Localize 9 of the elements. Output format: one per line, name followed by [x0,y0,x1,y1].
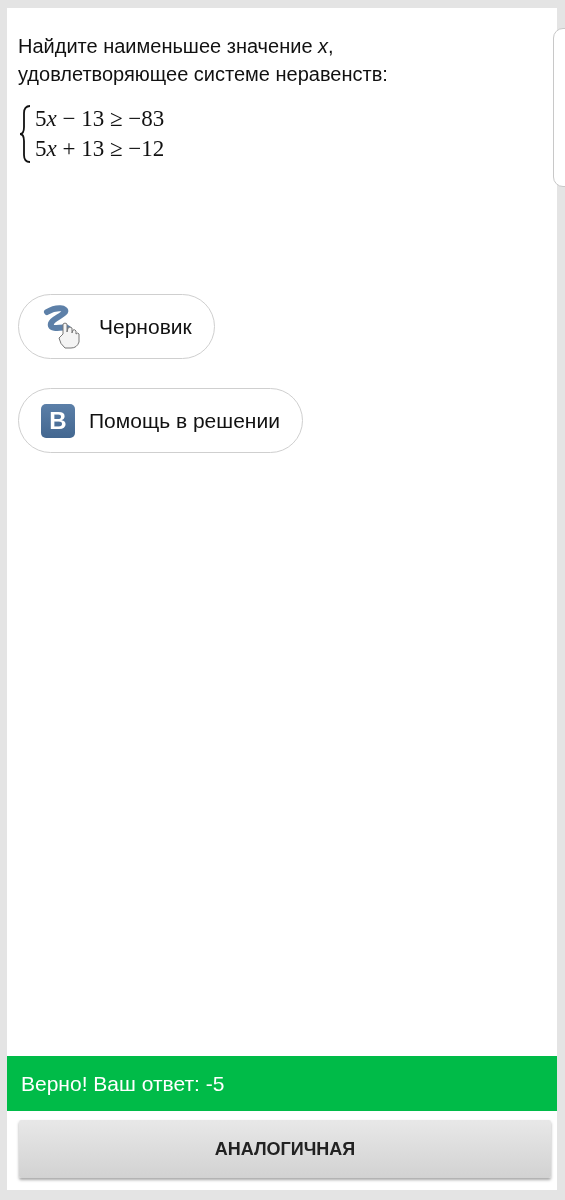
draft-button[interactable]: Черновик [18,294,215,359]
inequality: 5x − 13 ≥ −83 [35,105,165,133]
inequality: 5x + 13 ≥ −12 [35,135,165,163]
letter-tile-icon: В [41,403,75,438]
result-banner: Верно! Ваш ответ: -5 [7,1056,557,1111]
help-button[interactable]: В Помощь в решении [18,388,303,453]
question-text: Найдите наименьшее значение x, удовлетворяющее системе неравенств: [17,34,389,87]
similar-task-button[interactable]: АНАЛОГИЧНАЯ [19,1120,551,1178]
brace-icon [19,105,31,163]
